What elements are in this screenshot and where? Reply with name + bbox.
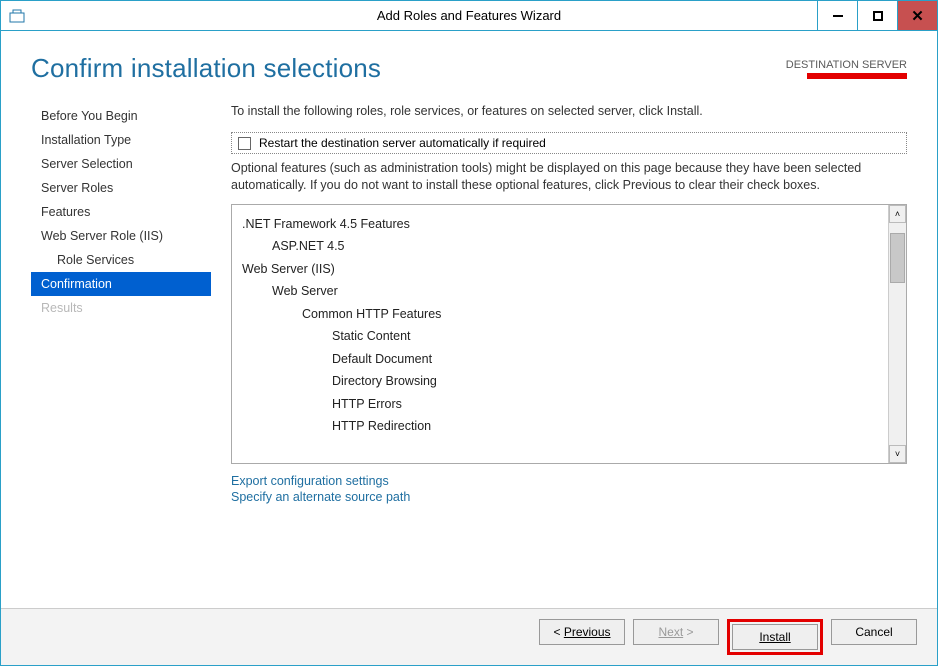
- page-title: Confirm installation selections: [31, 53, 381, 84]
- close-button[interactable]: ✕: [897, 1, 937, 30]
- nav-item-server-roles[interactable]: Server Roles: [31, 176, 211, 200]
- intro-text: To install the following roles, role ser…: [231, 104, 907, 118]
- wizard-nav: Before You BeginInstallation TypeServer …: [31, 104, 211, 608]
- features-tree[interactable]: .NET Framework 4.5 FeaturesASP.NET 4.5We…: [232, 205, 888, 463]
- nav-item-features[interactable]: Features: [31, 200, 211, 224]
- scroll-thumb[interactable]: [890, 233, 905, 283]
- scroll-track[interactable]: [889, 223, 906, 445]
- alternate-source-link[interactable]: Specify an alternate source path: [231, 490, 907, 504]
- next-button-label: Next: [658, 625, 683, 639]
- footer-bar: < Previous Next > Install Cancel: [1, 608, 937, 665]
- tree-item: Default Document: [242, 348, 884, 371]
- chevron-up-icon: ˄: [895, 209, 900, 219]
- scroll-up-button[interactable]: ˄: [889, 205, 906, 223]
- titlebar: Add Roles and Features Wizard ✕: [1, 1, 937, 31]
- vertical-scrollbar[interactable]: ˄ ˅: [888, 205, 906, 463]
- tree-item: Web Server: [242, 280, 884, 303]
- nav-item-server-selection[interactable]: Server Selection: [31, 152, 211, 176]
- next-button[interactable]: Next >: [633, 619, 719, 645]
- main-panel: To install the following roles, role ser…: [231, 104, 907, 608]
- install-button-label: Install: [759, 630, 790, 644]
- maximize-button[interactable]: [857, 1, 897, 30]
- app-icon: [9, 8, 25, 24]
- restart-checkbox[interactable]: [238, 137, 251, 150]
- nav-item-confirmation[interactable]: Confirmation: [31, 272, 211, 296]
- chevron-down-icon: ˅: [895, 449, 900, 459]
- minimize-icon: [833, 15, 843, 17]
- window-title: Add Roles and Features Wizard: [1, 8, 937, 23]
- install-button[interactable]: Install: [732, 624, 818, 650]
- tree-item: HTTP Redirection: [242, 415, 884, 438]
- nav-item-role-services[interactable]: Role Services: [31, 248, 211, 272]
- tree-item: Static Content: [242, 325, 884, 348]
- previous-button[interactable]: < Previous: [539, 619, 625, 645]
- nav-item-web-server-role-iis[interactable]: Web Server Role (IIS): [31, 224, 211, 248]
- features-tree-box: .NET Framework 4.5 FeaturesASP.NET 4.5We…: [231, 204, 907, 464]
- tree-item: ASP.NET 4.5: [242, 235, 884, 258]
- header-region: Confirm installation selections DESTINAT…: [1, 31, 937, 92]
- restart-checkbox-label: Restart the destination server automatic…: [259, 136, 546, 150]
- cancel-button[interactable]: Cancel: [831, 619, 917, 645]
- close-icon: ✕: [911, 7, 924, 25]
- titlebar-controls: ✕: [817, 1, 937, 30]
- previous-button-label: Previous: [564, 625, 611, 639]
- nav-item-installation-type[interactable]: Installation Type: [31, 128, 211, 152]
- tree-item: HTTP Errors: [242, 393, 884, 416]
- links-row: Export configuration settings Specify an…: [231, 474, 907, 506]
- maximize-icon: [873, 11, 883, 21]
- destination-server-redaction: [807, 73, 907, 79]
- scroll-down-button[interactable]: ˅: [889, 445, 906, 463]
- tree-item: Directory Browsing: [242, 370, 884, 393]
- wizard-window: Add Roles and Features Wizard ✕ Confirm …: [0, 0, 938, 666]
- restart-checkbox-row[interactable]: Restart the destination server automatic…: [231, 132, 907, 154]
- tree-item: Common HTTP Features: [242, 303, 884, 326]
- export-config-link[interactable]: Export configuration settings: [231, 474, 907, 488]
- optional-features-text: Optional features (such as administratio…: [231, 160, 907, 194]
- nav-item-before-you-begin[interactable]: Before You Begin: [31, 104, 211, 128]
- minimize-button[interactable]: [817, 1, 857, 30]
- content-wrap: Confirm installation selections DESTINAT…: [1, 31, 937, 665]
- tree-item: .NET Framework 4.5 Features: [242, 213, 884, 236]
- nav-item-results: Results: [31, 296, 211, 320]
- install-highlight: Install: [727, 619, 823, 655]
- body-region: Before You BeginInstallation TypeServer …: [1, 92, 937, 608]
- destination-server-block: DESTINATION SERVER: [786, 53, 907, 79]
- destination-server-label: DESTINATION SERVER: [786, 59, 907, 71]
- tree-item: Web Server (IIS): [242, 258, 884, 281]
